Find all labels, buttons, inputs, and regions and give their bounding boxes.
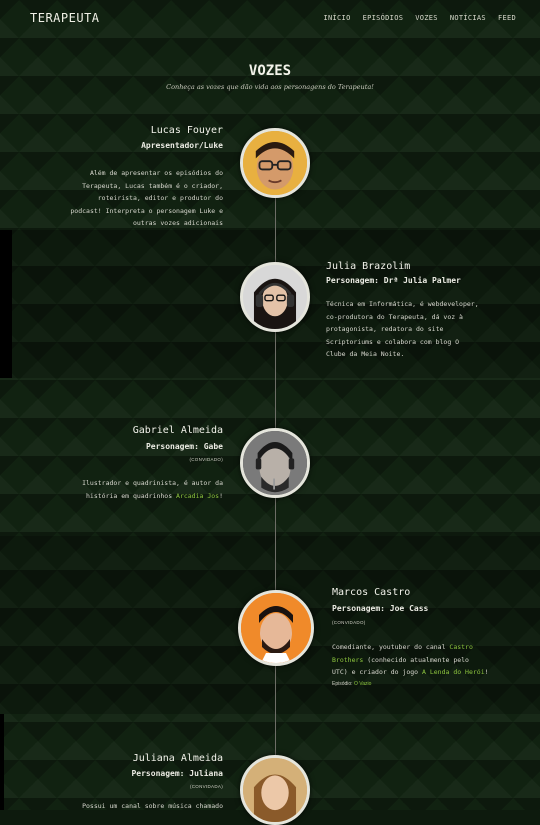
nav-item-noticias[interactable]: NOTÍCIAS <box>450 14 486 22</box>
desc-line: história em quadrinhos Arcadia Jos! <box>33 490 223 503</box>
desc-text: (conhecido atualmente pelo <box>363 655 469 664</box>
desc-text: UTC) e criador do jogo <box>332 668 423 676</box>
desc-line: Brothers (conhecido atualmente pelo <box>332 654 532 667</box>
portrait-icon <box>243 758 307 822</box>
desc-line: protagonista, redatora do site <box>326 325 444 333</box>
desc-line: roteirista, editor e produtor do <box>97 194 223 202</box>
member-role: Personagem: Juliana <box>131 769 223 778</box>
member-name: Marcos Castro <box>332 587 411 598</box>
desc-text: Comediante, youtuber do canal <box>332 643 450 651</box>
channel-link-cont[interactable]: Brothers <box>332 656 363 664</box>
portrait-icon <box>241 593 311 663</box>
member-description: Possui um canal sobre música chamado <box>82 802 223 810</box>
nav-item-episodios[interactable]: EPISÓDIOS <box>363 14 404 22</box>
desc-text: ! <box>219 491 223 500</box>
member-description: Técnica em Informática, é webdeveloper, … <box>326 298 526 361</box>
guest-label: (CONVIDADO) <box>332 620 366 625</box>
game-link[interactable]: A Lenda do Herói <box>422 668 485 676</box>
comic-link[interactable]: Arcadia Jos <box>176 492 219 500</box>
top-navbar: TERAPEUTA INÍCIO EPISÓDIOS VOZES NOTÍCIA… <box>0 0 540 36</box>
member-name: Gabriel Almeida <box>132 425 223 436</box>
member-name: Julia Brazolim <box>326 261 411 272</box>
section-edge <box>0 714 4 810</box>
portrait-icon <box>243 265 307 329</box>
desc-line: outras vozes adicionais <box>132 219 223 227</box>
desc-line: Além de apresentar os episódios do <box>89 169 223 177</box>
desc-line: UTC) e criador do jogo A Lenda do Herói! <box>332 666 532 679</box>
member-description: Ilustrador e quadrinista, é autor da his… <box>33 477 223 502</box>
section-edge <box>0 230 12 378</box>
desc-line: podcast! Interpreta o personagem Luke e <box>70 206 223 215</box>
member-name: Juliana Almeida <box>132 753 223 764</box>
avatar-lucas <box>240 128 310 198</box>
channel-link[interactable]: Castro <box>449 643 472 651</box>
nav-menu: INÍCIO EPISÓDIOS VOZES NOTÍCIAS FEED <box>324 14 517 22</box>
desc-line: co-produtora do Terapeuta, dá voz à <box>326 312 463 321</box>
page-title: VOZES <box>248 63 292 79</box>
site-logo[interactable]: TERAPEUTA <box>30 11 100 25</box>
nav-item-vozes[interactable]: VOZES <box>415 14 438 22</box>
avatar-marcos <box>238 590 314 666</box>
page-subtitle: Conheça as vozes que dão vida aos person… <box>166 83 374 91</box>
desc-line: Terapeuta, Lucas também é o criador, <box>82 181 223 190</box>
desc-line: Clube da Meia Noite. <box>326 350 405 358</box>
member-role: Personagem: Gabe <box>145 442 223 451</box>
member-description: Além de apresentar os episódios do Terap… <box>33 167 223 230</box>
desc-text: história em quadrinhos <box>86 491 177 500</box>
guest-label: (CONVIDADO) <box>189 457 223 462</box>
guest-label: (CONVIDADA) <box>189 784 223 789</box>
episode-label: Episódio: <box>332 681 354 687</box>
member-role: Personagem: Joe Cass <box>332 604 429 613</box>
avatar-juliana <box>240 755 310 825</box>
episode-line: Episódio: O Vazio <box>332 681 371 687</box>
avatar-julia <box>240 262 310 332</box>
desc-line: Comediante, youtuber do canal Castro <box>332 641 532 654</box>
member-role: Personagem: Drª Julia Palmer <box>326 276 461 285</box>
desc-text: ! <box>484 668 489 676</box>
desc-line: Técnica em Informática, é webdeveloper, <box>326 300 479 308</box>
portrait-icon <box>243 431 307 495</box>
desc-line: Ilustrador e quadrinista, é autor da <box>82 479 223 487</box>
portrait-icon <box>243 131 307 195</box>
nav-item-inicio[interactable]: INÍCIO <box>324 14 351 22</box>
member-name: Lucas Fouyer <box>150 125 223 136</box>
member-role: Apresentador/Luke <box>141 141 223 150</box>
avatar-gabriel <box>240 428 310 498</box>
episode-link[interactable]: O Vazio <box>354 681 371 687</box>
nav-item-feed[interactable]: FEED <box>498 14 516 22</box>
desc-line: Scriptoriums e colabora com blog O <box>326 337 460 346</box>
member-description: Comediante, youtuber do canal Castro Bro… <box>332 641 532 679</box>
